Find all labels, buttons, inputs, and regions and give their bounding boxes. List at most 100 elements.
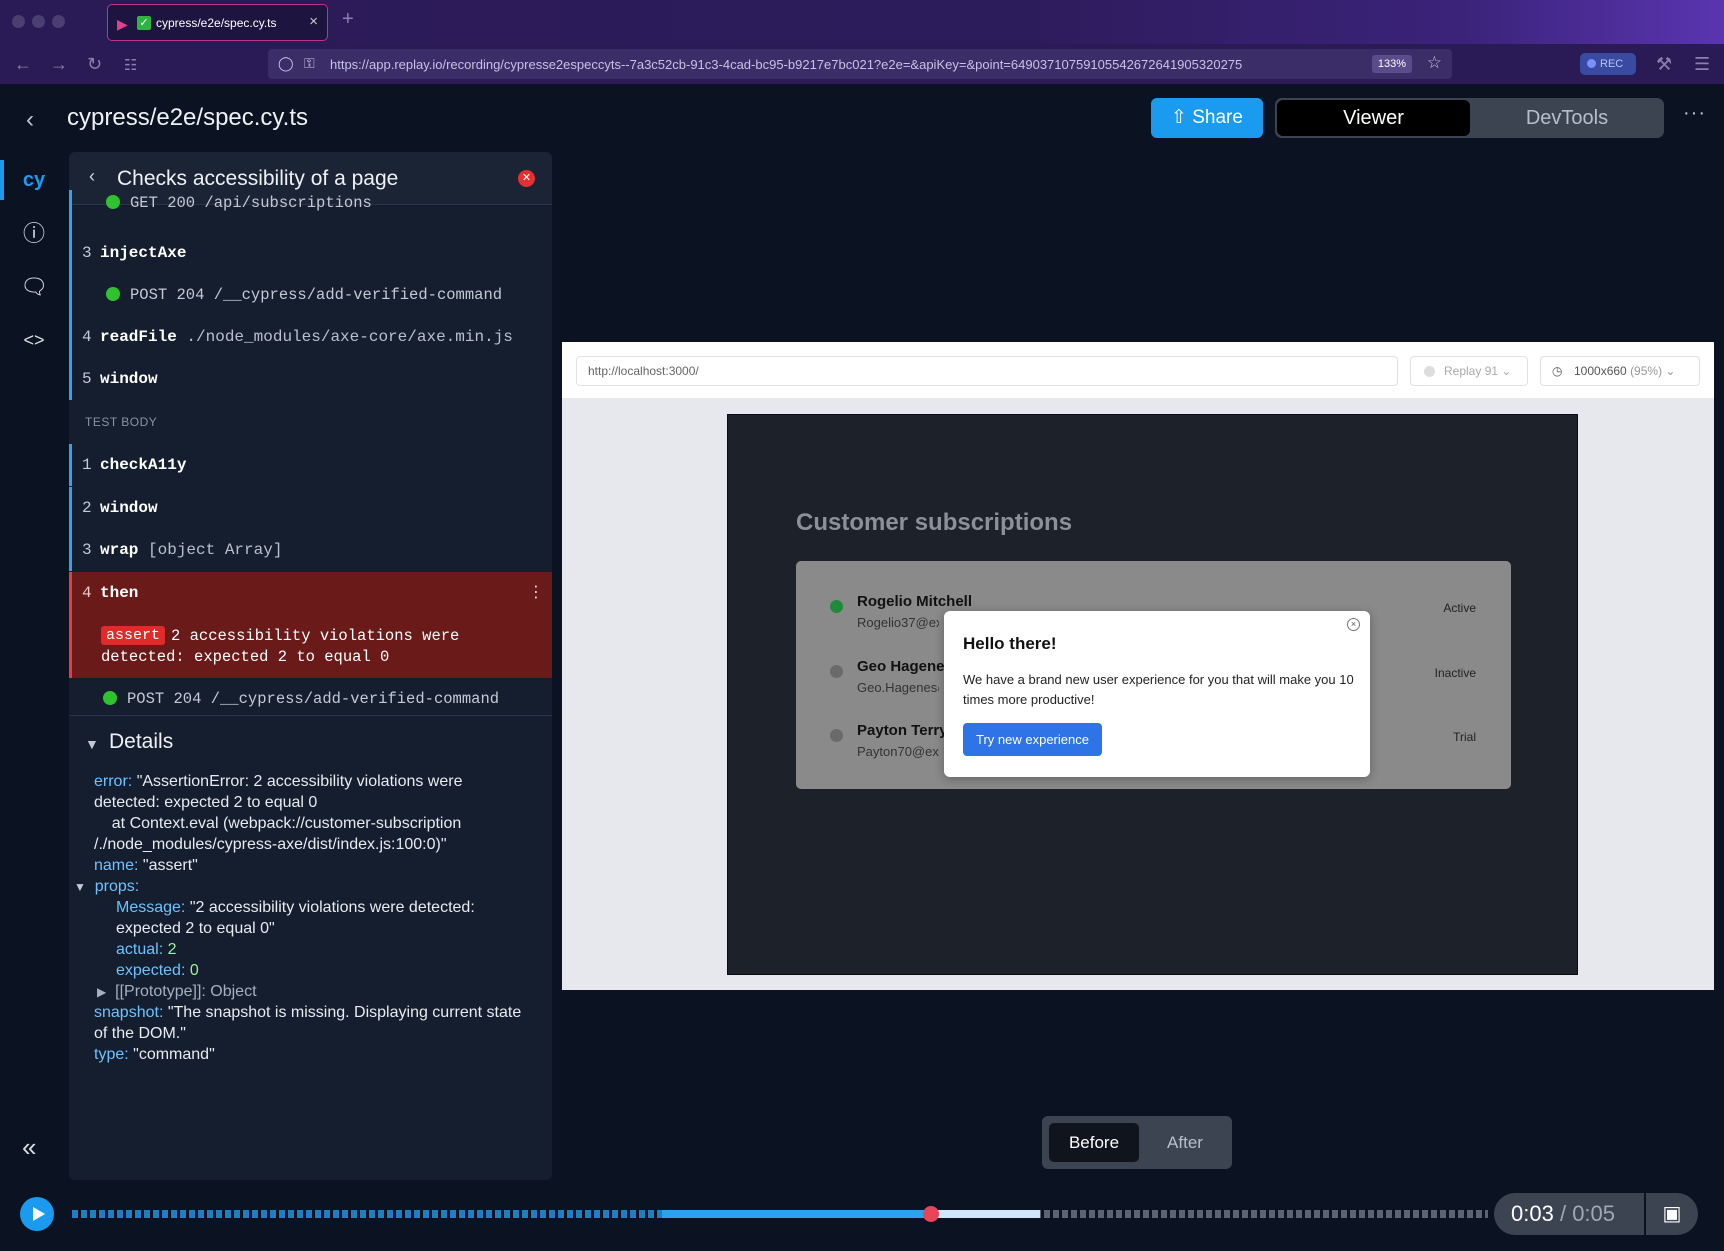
current-time: 0:03 bbox=[1511, 1201, 1554, 1226]
back-chevron-icon[interactable]: ‹ bbox=[89, 166, 95, 187]
timeline-played bbox=[72, 1210, 662, 1218]
bookmark-star-icon[interactable]: ☆ bbox=[1427, 53, 1442, 73]
customer-name: Payton Terry bbox=[857, 722, 948, 739]
actual-value: 2 bbox=[167, 941, 177, 958]
command-name: then bbox=[100, 584, 139, 602]
forward-arrow-icon[interactable]: → bbox=[50, 54, 68, 75]
type-key: type: bbox=[94, 1046, 129, 1063]
collapse-triangle-icon[interactable]: ▼ bbox=[85, 734, 99, 755]
type-line: type: "command" bbox=[94, 1044, 215, 1065]
customer-status: Trial bbox=[1453, 730, 1476, 744]
network-event-text: POST 204 /__cypress/add-verified-command bbox=[130, 286, 503, 304]
devtools-tab[interactable]: DevTools bbox=[1472, 100, 1662, 136]
timeline-playhead[interactable] bbox=[923, 1206, 939, 1222]
modal-title: Hello there! bbox=[963, 634, 1057, 653]
command-row[interactable]: 3 injectAxe bbox=[69, 232, 552, 274]
customer-name: Rogelio Mitchell bbox=[857, 593, 973, 610]
before-button[interactable]: Before bbox=[1049, 1123, 1139, 1162]
source-code-icon[interactable]: <> bbox=[14, 320, 54, 360]
snapshot-line-2: of the DOM." bbox=[94, 1025, 186, 1042]
expand-triangle-icon[interactable]: ▶ bbox=[97, 985, 106, 999]
snapshot-line: snapshot: "The snapshot is missing. Disp… bbox=[94, 1002, 521, 1023]
prototype-line[interactable]: ▶ [[Prototype]]: Object bbox=[97, 981, 257, 1003]
preview-url-bar: http://localhost:3000/ bbox=[576, 356, 1398, 386]
library-icon[interactable]: ☷ bbox=[124, 56, 137, 74]
actual-key: actual: bbox=[116, 941, 164, 958]
error-line-2: detected: expected 2 to equal 0 bbox=[94, 794, 318, 811]
name-key: name: bbox=[94, 857, 139, 874]
window-close-button[interactable] bbox=[12, 15, 25, 28]
command-name: readFile ./node_modules/axe-core/axe.min… bbox=[100, 328, 513, 346]
network-event-row[interactable]: POST 204 /__cypress/add-verified-command bbox=[69, 678, 552, 720]
address-bar[interactable]: ◯ ⚿ https://app.replay.io/recording/cypr… bbox=[268, 49, 1452, 79]
fullscreen-icon[interactable]: ▣ bbox=[1646, 1193, 1698, 1235]
assert-badge: assert bbox=[101, 626, 166, 645]
address-text[interactable]: https://app.replay.io/recording/cypresse… bbox=[330, 57, 1346, 72]
chevron-down-icon: ⌄ bbox=[1501, 364, 1512, 378]
window-zoom-button[interactable] bbox=[52, 15, 65, 28]
message-line-2: expected 2 to equal 0" bbox=[116, 920, 275, 937]
error-line: error: "AssertionError: 2 accessibility … bbox=[94, 771, 462, 792]
zoom-badge[interactable]: 133% bbox=[1371, 55, 1412, 73]
props-line[interactable]: ▼ props: bbox=[74, 876, 139, 898]
message-key: Message: bbox=[116, 899, 186, 916]
test-title: Checks accessibility of a page bbox=[117, 167, 399, 190]
replay-logo-icon: ▶ bbox=[117, 16, 128, 32]
details-section: ▼ Details error: "AssertionError: 2 acce… bbox=[69, 715, 552, 1063]
network-event-text: GET 200 /api/subscriptions bbox=[130, 194, 372, 212]
viewport-size-select[interactable]: ◷ 1000x660 (95%) ⌄ bbox=[1540, 356, 1700, 386]
app-header: ‹ cypress/e2e/spec.cy.ts ⇧ Share Viewer … bbox=[0, 84, 1724, 152]
cypress-icon[interactable]: cy bbox=[14, 160, 54, 200]
more-options-icon[interactable]: ··· bbox=[1683, 102, 1706, 125]
viewport-size-label: 1000x660 bbox=[1574, 364, 1627, 378]
network-event-row[interactable]: GET 200 /api/subscriptions bbox=[69, 190, 552, 232]
rec-button[interactable]: REC bbox=[1580, 53, 1636, 75]
section-label: TEST BODY bbox=[85, 415, 158, 429]
info-icon[interactable]: ⓘ bbox=[14, 214, 54, 254]
command-row[interactable]: 1 checkA11y bbox=[69, 444, 552, 486]
share-button[interactable]: ⇧ Share bbox=[1151, 98, 1263, 138]
expected-key: expected: bbox=[116, 962, 186, 979]
replay-version-select[interactable]: Replay 91 ⌄ bbox=[1410, 356, 1528, 386]
new-tab-icon[interactable]: + bbox=[342, 8, 354, 31]
command-name: checkA11y bbox=[100, 456, 187, 474]
try-new-experience-button[interactable]: Try new experience bbox=[963, 723, 1102, 756]
command-row[interactable]: 2 window bbox=[69, 487, 552, 529]
chevron-down-icon: ⌄ bbox=[1665, 364, 1676, 378]
resize-icon: ◷ bbox=[1552, 364, 1563, 378]
command-name-text: readFile bbox=[100, 328, 177, 346]
time-display: 0:03 / 0:05 bbox=[1494, 1193, 1644, 1235]
command-row[interactable]: 3 wrap [object Array] bbox=[69, 529, 552, 571]
comments-icon[interactable]: 🗨 bbox=[14, 267, 54, 307]
command-row[interactable]: 4 readFile ./node_modules/axe-core/axe.m… bbox=[69, 316, 552, 358]
browser-tab[interactable]: ▶ ✓ cypress/e2e/spec.cy.ts × bbox=[107, 4, 328, 41]
failed-command-row[interactable]: 4 then ⋮ 2 accessibility violations were… bbox=[69, 572, 552, 678]
close-icon[interactable]: × bbox=[1347, 618, 1360, 631]
command-row[interactable]: 5 window bbox=[69, 358, 552, 400]
collapse-panel-icon[interactable]: « bbox=[22, 1132, 36, 1163]
play-button[interactable] bbox=[20, 1197, 54, 1231]
viewer-tab[interactable]: Viewer bbox=[1277, 100, 1470, 136]
kebab-menu-icon[interactable]: ⋮ bbox=[528, 582, 544, 602]
name-value: "assert" bbox=[142, 857, 198, 874]
reload-icon[interactable]: ↻ bbox=[87, 54, 102, 75]
command-arg: ./node_modules/axe-core/axe.min.js bbox=[186, 328, 513, 346]
check-icon: ✓ bbox=[137, 16, 151, 30]
customer-status: Inactive bbox=[1434, 666, 1476, 680]
back-chevron-icon[interactable]: ‹ bbox=[26, 106, 34, 134]
expand-triangle-icon[interactable]: ▼ bbox=[74, 880, 86, 894]
preview-viewport: http://localhost:3000/ Replay 91 ⌄ ◷ 1000… bbox=[562, 342, 1714, 990]
shield-icon[interactable]: ◯ bbox=[278, 55, 294, 72]
close-tab-icon[interactable]: × bbox=[309, 13, 318, 30]
lock-icon[interactable]: ⚿ bbox=[304, 55, 315, 72]
command-name: injectAxe bbox=[100, 244, 187, 262]
after-button[interactable]: After bbox=[1142, 1123, 1228, 1162]
prototype-text: [[Prototype]]: Object bbox=[115, 983, 257, 1000]
network-event-row[interactable]: POST 204 /__cypress/add-verified-command bbox=[69, 274, 552, 316]
window-minimize-button[interactable] bbox=[32, 15, 45, 28]
command-number: 3 bbox=[82, 244, 92, 262]
menu-icon[interactable]: ☰ bbox=[1694, 54, 1710, 75]
timeline-track[interactable] bbox=[72, 1210, 1488, 1218]
back-arrow-icon[interactable]: ← bbox=[14, 54, 32, 75]
wrench-icon[interactable]: ⚒ bbox=[1656, 54, 1672, 75]
